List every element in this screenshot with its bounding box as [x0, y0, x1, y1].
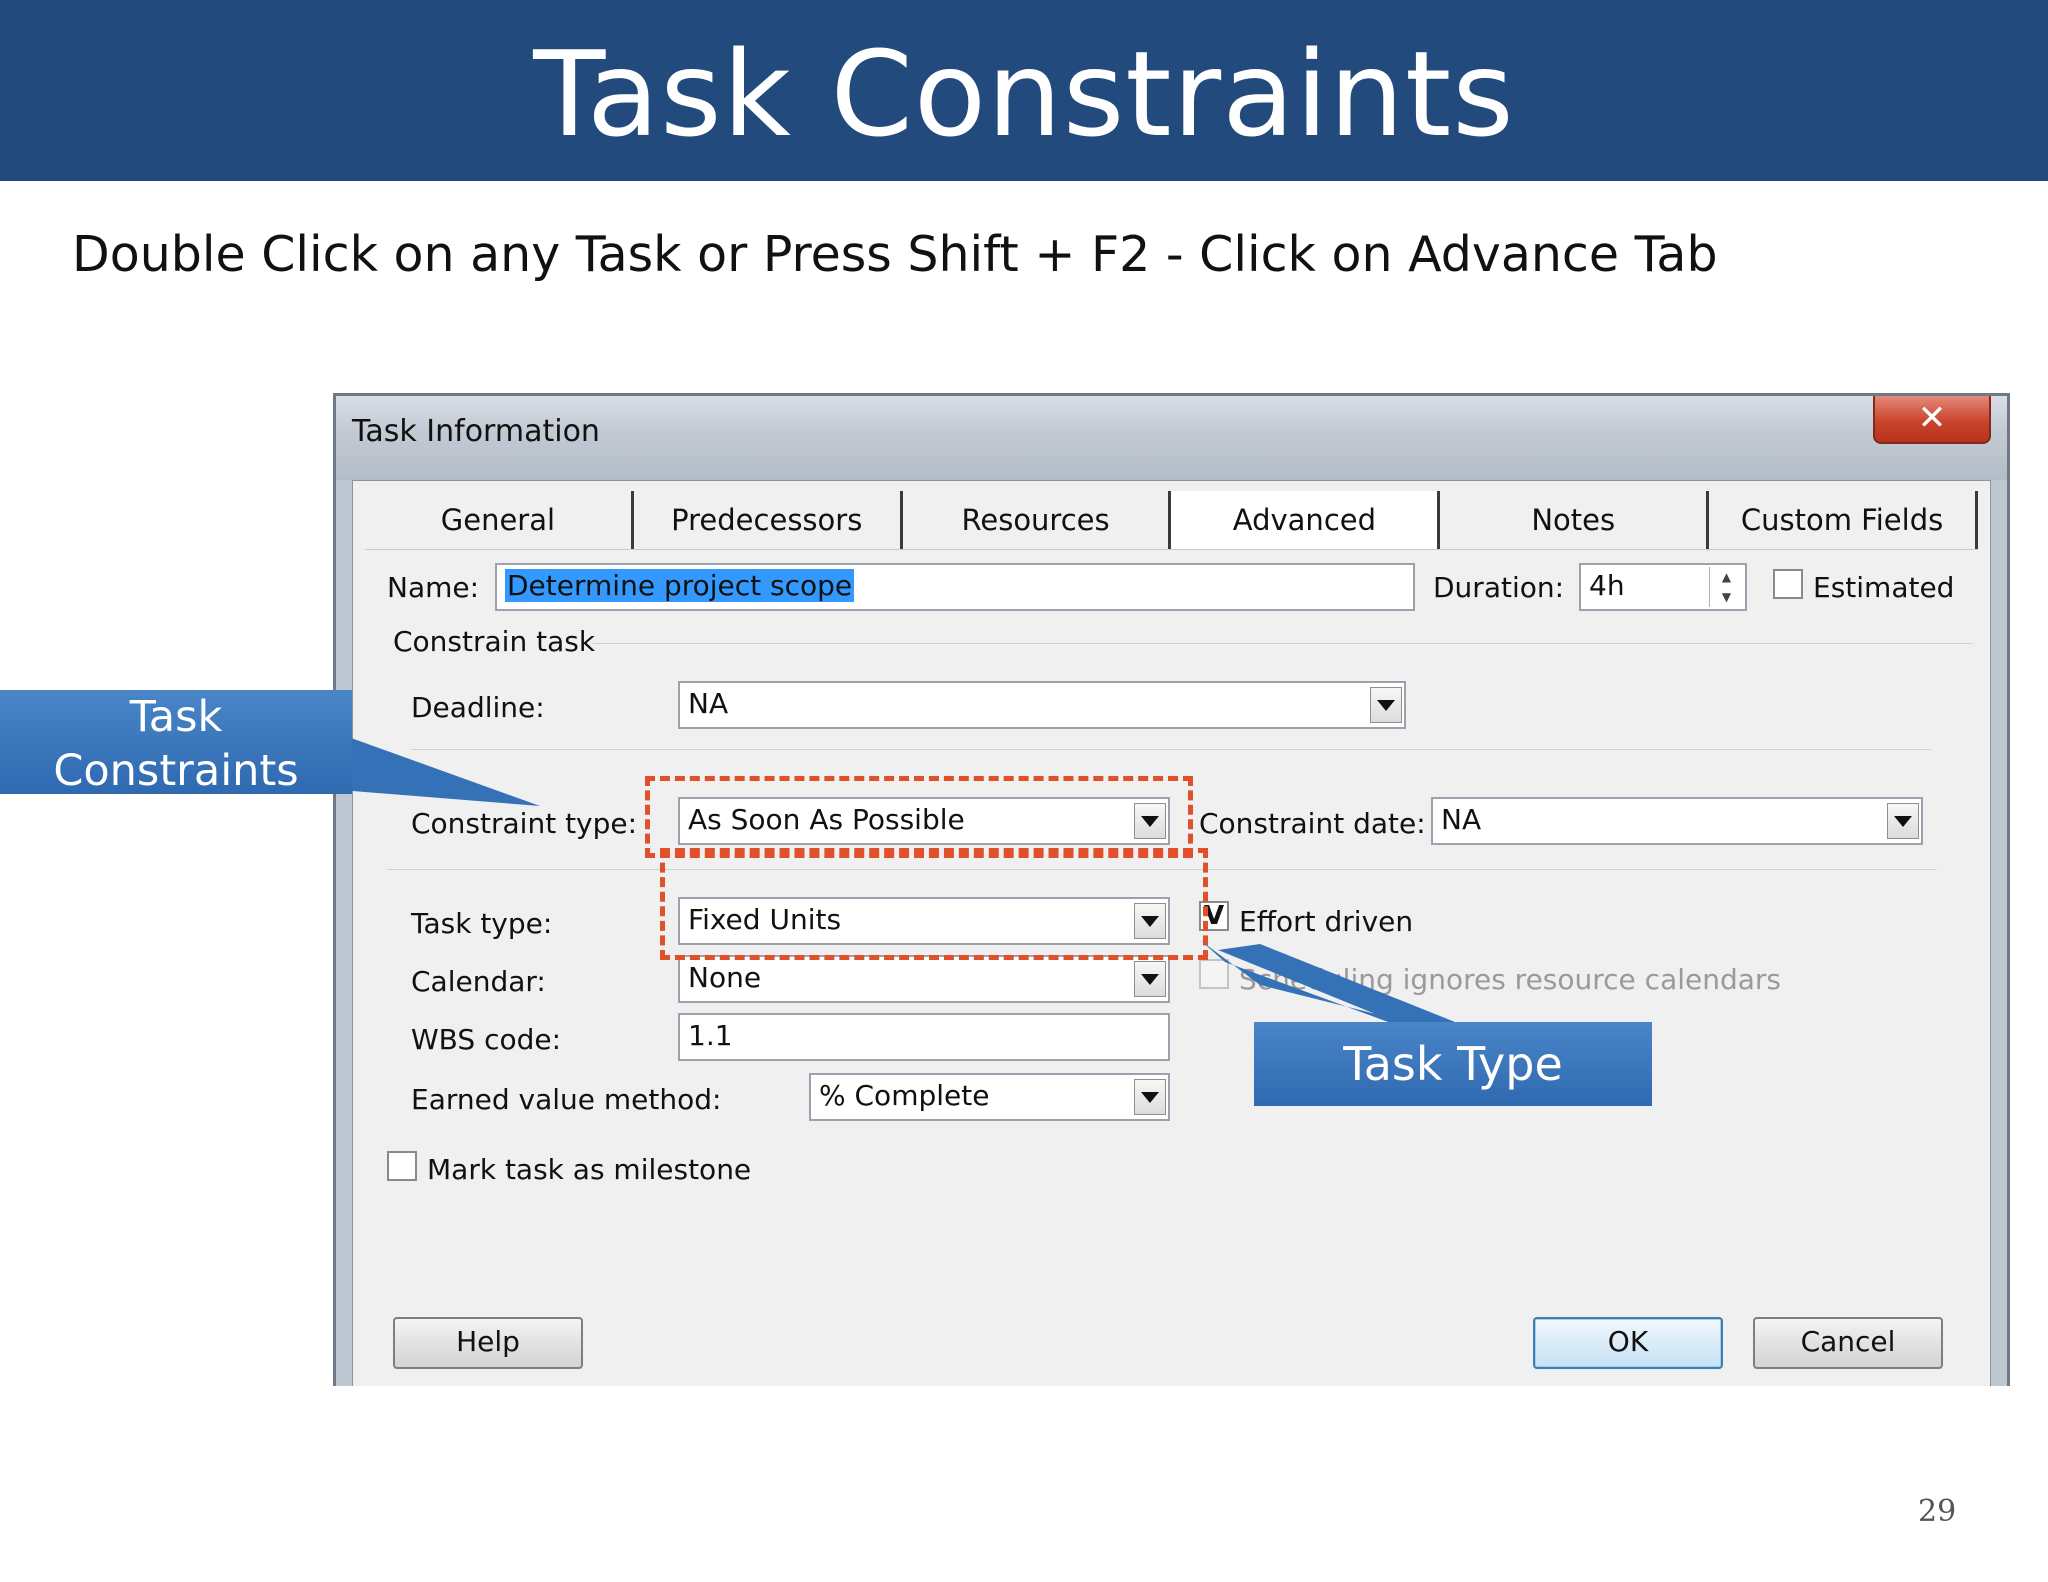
tab-custom-fields[interactable]: Custom Fields [1709, 491, 1978, 549]
scheduling-label: Scheduling ignores resource calendars [1239, 963, 1782, 996]
tab-notes[interactable]: Notes [1440, 491, 1710, 549]
estimated-label: Estimated [1813, 571, 1955, 604]
task-constraints-callout: Task Constraints [0, 690, 352, 796]
duration-value: 4h [1589, 569, 1625, 602]
close-button[interactable]: ✕ [1873, 396, 1991, 444]
tab-general[interactable]: General [365, 491, 634, 549]
name-value: Determine project scope [505, 569, 855, 602]
slide-title: Task Constraints [533, 24, 1515, 163]
tab-predecessors[interactable]: Predecessors [633, 491, 903, 549]
spin-up-icon[interactable]: ▲ [1710, 567, 1743, 587]
wbs-code-label: WBS code: [411, 1023, 562, 1056]
calendar-value: None [688, 961, 762, 994]
task-type-label: Task type: [411, 907, 553, 940]
name-label: Name: [387, 571, 480, 604]
task-type-callout: Task Type [1254, 1022, 1652, 1106]
constraint-date-combo[interactable]: NA [1431, 797, 1923, 845]
duration-label: Duration: [1433, 571, 1565, 604]
chevron-down-icon[interactable] [1134, 961, 1166, 997]
dialog-title: Task Information [352, 414, 600, 449]
tab-strip: General Predecessors Resources Advanced … [365, 491, 1978, 549]
cancel-button[interactable]: Cancel [1753, 1317, 1943, 1369]
earned-value-label: Earned value method: [411, 1083, 722, 1116]
constraint-date-label: Constraint date: [1199, 807, 1426, 840]
row-separator [411, 749, 1931, 750]
milestone-label: Mark task as milestone [427, 1153, 752, 1186]
constraint-type-label: Constraint type: [411, 807, 638, 840]
ok-button[interactable]: OK [1533, 1317, 1723, 1369]
calendar-label: Calendar: [411, 965, 546, 998]
slide-title-bar: Task Constraints [0, 0, 2048, 181]
page-number: 29 [1918, 1494, 1957, 1529]
group-separator [593, 643, 1973, 644]
earned-value-value: % Complete [819, 1079, 990, 1112]
dialog-titlebar[interactable]: Task Information ✕ [336, 396, 2007, 480]
wbs-code-value: 1.1 [688, 1019, 733, 1052]
tab-advanced[interactable]: Advanced [1171, 491, 1441, 549]
duration-input[interactable]: 4h ▲ ▼ [1579, 563, 1747, 611]
deadline-combo[interactable]: NA [678, 681, 1406, 729]
deadline-label: Deadline: [411, 691, 545, 724]
earned-value-combo[interactable]: % Complete [809, 1073, 1170, 1121]
duration-spinner[interactable]: ▲ ▼ [1709, 567, 1743, 607]
constrain-task-label: Constrain task [393, 625, 596, 658]
tab-resources[interactable]: Resources [902, 491, 1172, 549]
scheduling-checkbox[interactable] [1199, 959, 1229, 989]
help-button[interactable]: Help [393, 1317, 583, 1369]
milestone-checkbox[interactable] [387, 1151, 417, 1181]
tab-divider [365, 549, 1978, 550]
name-input[interactable]: Determine project scope [495, 563, 1415, 611]
chevron-down-icon[interactable] [1134, 1079, 1166, 1115]
calendar-combo[interactable]: None [678, 955, 1170, 1003]
wbs-code-input[interactable]: 1.1 [678, 1013, 1170, 1061]
callout-line: Constraints [53, 746, 299, 796]
effort-driven-label: Effort driven [1239, 905, 1414, 938]
spin-down-icon[interactable]: ▼ [1710, 587, 1743, 607]
constraint-date-value: NA [1441, 803, 1482, 836]
deadline-value: NA [688, 687, 729, 720]
chevron-down-icon[interactable] [1887, 803, 1919, 839]
chevron-down-icon[interactable] [1370, 687, 1402, 723]
callout-line: Task [129, 692, 223, 742]
slide-instruction: Double Click on any Task or Press Shift … [72, 226, 1718, 283]
estimated-checkbox[interactable] [1773, 569, 1803, 599]
task-type-highlight [660, 848, 1208, 960]
constraint-type-highlight [645, 776, 1193, 858]
